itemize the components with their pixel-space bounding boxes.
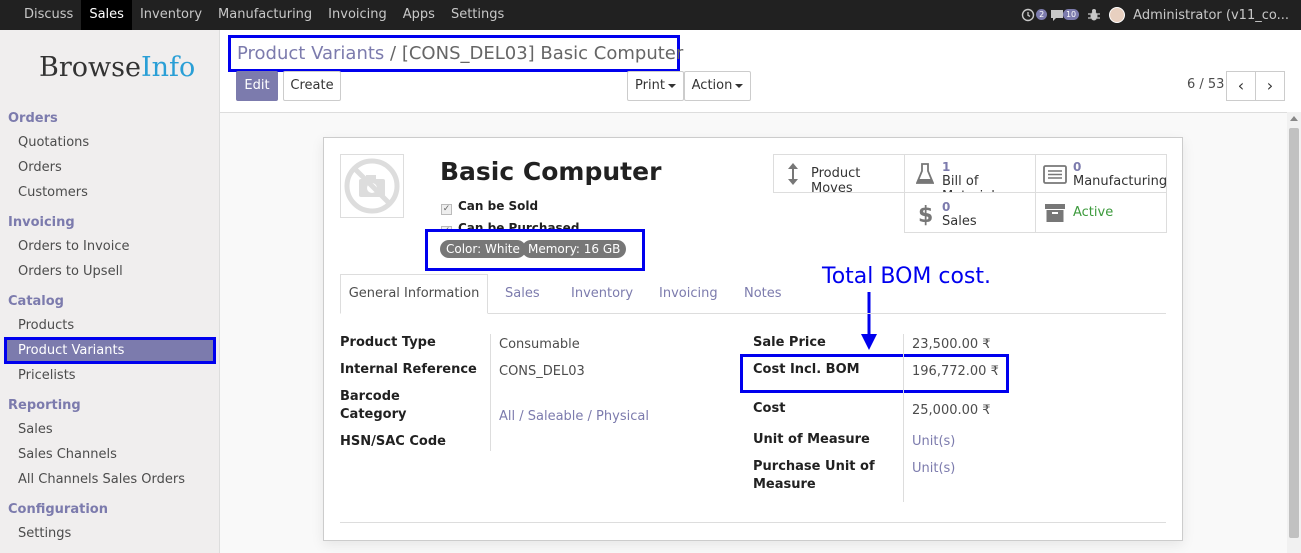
tab-general-information[interactable]: General Information bbox=[340, 274, 488, 314]
action-button[interactable]: Action bbox=[684, 71, 751, 101]
user-avatar[interactable] bbox=[1109, 7, 1126, 23]
internal-reference-label: Internal Reference bbox=[340, 362, 477, 377]
activity-count: 2 bbox=[1036, 9, 1048, 20]
company-logo: BrowseInfo bbox=[39, 52, 196, 83]
sale-price-field[interactable]: 23,500.00 ₹ bbox=[912, 337, 991, 352]
sidebar-item-pricelists[interactable]: Pricelists bbox=[18, 368, 76, 383]
pager-value[interactable]: 6 / 53 bbox=[1187, 77, 1224, 92]
sidebar-item-orders[interactable]: Orders bbox=[18, 160, 62, 175]
sidebar-item-sales-channels[interactable]: Sales Channels bbox=[18, 447, 117, 462]
right-group-divider bbox=[903, 334, 904, 502]
systray: 2 10 Administrator (v11_co... bbox=[1021, 0, 1289, 30]
hsn-sac-code-label: HSN/SAC Code bbox=[340, 434, 446, 449]
purchase-uom-label: Purchase Unit of bbox=[753, 459, 875, 474]
purchase-uom-field[interactable]: Unit(s) bbox=[912, 461, 955, 476]
active-toggle-button[interactable]: Active bbox=[1035, 192, 1167, 233]
purchase-uom-label-line2: Measure bbox=[753, 477, 816, 492]
sidebar-section-reporting[interactable]: Reporting bbox=[8, 398, 81, 413]
annotation-text: Total BOM cost. bbox=[822, 264, 992, 289]
sidebar-item-quotations[interactable]: Quotations bbox=[18, 135, 89, 150]
menu-sales[interactable]: Sales bbox=[81, 0, 132, 30]
sidebar-item-products[interactable]: Products bbox=[18, 318, 74, 333]
menu-invoicing[interactable]: Invoicing bbox=[320, 0, 395, 30]
menu-inventory[interactable]: Inventory bbox=[132, 0, 210, 30]
chevron-right-icon: › bbox=[1266, 76, 1274, 95]
sidebar-section-orders[interactable]: Orders bbox=[8, 111, 58, 126]
category-label: Category bbox=[340, 407, 407, 422]
menu-discuss[interactable]: Discuss bbox=[16, 0, 81, 30]
cost-field[interactable]: 25,000.00 ₹ bbox=[912, 403, 991, 418]
sidebar-item-customers[interactable]: Customers bbox=[18, 185, 88, 200]
product-image[interactable] bbox=[340, 154, 404, 218]
chevron-down-icon bbox=[735, 83, 744, 88]
product-type-label: Product Type bbox=[340, 335, 436, 350]
print-button[interactable]: Print bbox=[627, 71, 684, 101]
tab-notes[interactable]: Notes bbox=[744, 286, 782, 301]
chevron-down-icon bbox=[667, 83, 676, 88]
top-navbar: Discuss Sales Inventory Manufacturing In… bbox=[0, 0, 1301, 30]
message-count: 10 bbox=[1062, 9, 1080, 20]
product-type-field[interactable]: Consumable bbox=[499, 337, 580, 352]
up-down-arrow-icon bbox=[788, 163, 798, 185]
product-name[interactable]: Basic Computer bbox=[440, 157, 661, 186]
breadcrumb-parent[interactable]: Product Variants bbox=[237, 43, 384, 64]
pager-previous-button[interactable]: ‹ bbox=[1226, 71, 1256, 101]
activity-button[interactable]: 2 bbox=[1021, 8, 1048, 22]
sidebar-item-all-channels-sales-orders[interactable]: All Channels Sales Orders bbox=[18, 472, 185, 487]
product-moves-button[interactable]: Product Moves bbox=[773, 154, 905, 196]
archive-icon bbox=[1045, 204, 1065, 222]
clock-icon bbox=[1021, 8, 1035, 22]
tab-inventory[interactable]: Inventory bbox=[571, 286, 633, 301]
app-menu: Discuss Sales Inventory Manufacturing In… bbox=[16, 0, 512, 30]
menu-settings[interactable]: Settings bbox=[443, 0, 512, 30]
menu-apps[interactable]: Apps bbox=[395, 0, 443, 30]
scroll-up-icon[interactable] bbox=[1290, 116, 1298, 121]
attributes-highlight-box bbox=[425, 229, 645, 271]
sidebar-item-settings[interactable]: Settings bbox=[18, 526, 71, 541]
chevron-left-icon: ‹ bbox=[1237, 76, 1245, 95]
form-bottom-divider bbox=[340, 522, 1166, 523]
check-icon: ✓ bbox=[441, 204, 452, 215]
bill-of-materials-button[interactable]: 1 Bill of Materials bbox=[904, 154, 1036, 204]
list-icon bbox=[1043, 165, 1067, 184]
user-menu[interactable]: Administrator (v11_co... bbox=[1133, 8, 1289, 23]
unit-of-measure-field[interactable]: Unit(s) bbox=[912, 434, 955, 449]
breadcrumb-current: [CONS_DEL03] Basic Computer bbox=[401, 43, 684, 64]
unit-of-measure-label: Unit of Measure bbox=[753, 432, 870, 447]
messages-button[interactable]: 10 bbox=[1049, 8, 1080, 22]
sale-price-label: Sale Price bbox=[753, 335, 826, 350]
bug-icon[interactable] bbox=[1087, 8, 1101, 22]
menu-manufacturing[interactable]: Manufacturing bbox=[210, 0, 320, 30]
breadcrumb-separator: / bbox=[390, 43, 397, 64]
dollar-icon: $ bbox=[918, 203, 933, 227]
sidebar-item-orders-to-upsell[interactable]: Orders to Upsell bbox=[18, 264, 123, 279]
manufacturing-button[interactable]: 0 Manufacturing bbox=[1035, 154, 1167, 193]
flask-icon bbox=[916, 163, 934, 184]
sidebar-section-catalog[interactable]: Catalog bbox=[8, 294, 64, 309]
scrollbar-thumb[interactable] bbox=[1289, 128, 1299, 538]
breadcrumb: Product Variants / [CONS_DEL03] Basic Co… bbox=[228, 35, 684, 72]
create-button[interactable]: Create bbox=[283, 71, 341, 101]
svg-text:$: $ bbox=[918, 203, 933, 227]
annotation-arrow-icon bbox=[861, 292, 877, 350]
category-field[interactable]: All / Saleable / Physical bbox=[499, 409, 649, 424]
no-image-camera-icon bbox=[344, 158, 400, 214]
internal-reference-field[interactable]: CONS_DEL03 bbox=[499, 364, 585, 379]
sales-button[interactable]: $ 0 Sales bbox=[904, 192, 1036, 233]
pager-next-button[interactable]: › bbox=[1255, 71, 1285, 101]
tab-invoicing[interactable]: Invoicing bbox=[659, 286, 718, 301]
sidebar-item-product-variants[interactable]: Product Variants bbox=[4, 337, 216, 364]
can-be-sold-checkbox[interactable]: ✓ Can be Sold bbox=[441, 199, 538, 215]
sidebar-item-sales[interactable]: Sales bbox=[18, 422, 53, 437]
cost-bom-highlight-box bbox=[740, 354, 1009, 393]
barcode-label: Barcode bbox=[340, 389, 400, 404]
edit-button[interactable]: Edit bbox=[236, 71, 278, 101]
tab-sales[interactable]: Sales bbox=[505, 286, 540, 301]
sidebar-item-orders-to-invoice[interactable]: Orders to Invoice bbox=[18, 239, 130, 254]
left-group-divider bbox=[490, 334, 491, 451]
sidebar-section-invoicing[interactable]: Invoicing bbox=[8, 215, 75, 230]
cost-label: Cost bbox=[753, 401, 786, 416]
sidebar-section-configuration[interactable]: Configuration bbox=[8, 502, 108, 517]
